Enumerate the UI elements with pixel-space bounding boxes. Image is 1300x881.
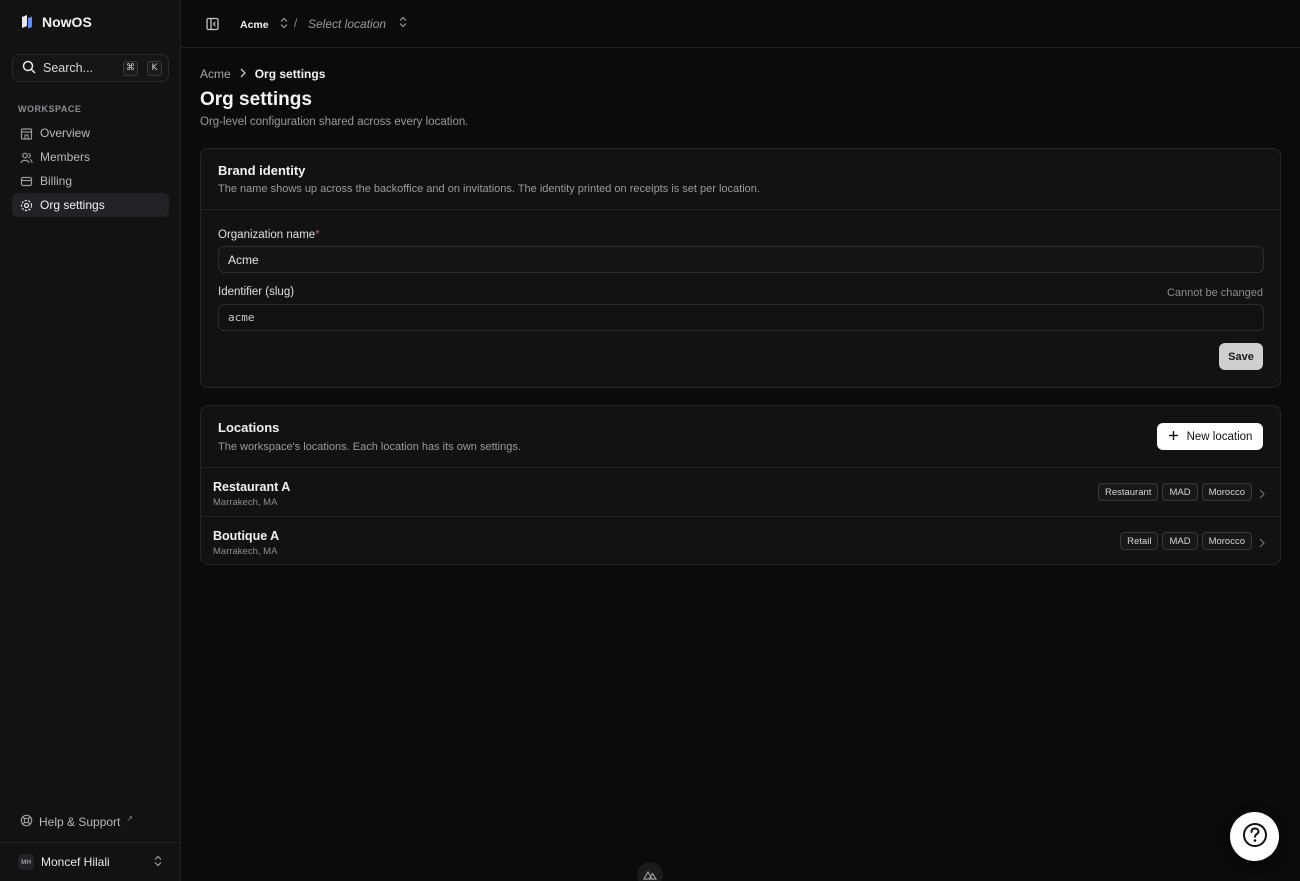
org-name: Acme	[240, 18, 269, 31]
org-name-label: Organization name*	[218, 229, 320, 241]
chevron-right-icon	[1258, 536, 1266, 548]
sidebar-item-overview[interactable]: Overview	[12, 121, 169, 145]
sidebar-nav: Overview Members Billing Org settings	[12, 121, 169, 217]
page-subtitle: Org-level configuration shared across ev…	[200, 116, 469, 128]
external-link-icon: ↗	[126, 813, 134, 823]
help-support-link[interactable]: Help & Support ↗	[20, 814, 133, 830]
help-support-label: Help & Support	[39, 815, 121, 829]
sidebar-item-members[interactable]: Members	[12, 145, 169, 169]
currency-badge: MAD	[1162, 483, 1198, 501]
brand-identity-card: Brand identity The name shows up across …	[200, 148, 1281, 388]
org-name-input[interactable]: Acme	[218, 246, 1264, 273]
lifebuoy-icon	[20, 814, 33, 830]
sidebar-item-label: Billing	[40, 174, 73, 188]
location-switcher[interactable]: Select location	[308, 16, 408, 31]
search-label: Search...	[43, 61, 94, 75]
location-badges: Restaurant MAD Morocco	[1097, 483, 1252, 501]
location-name: Restaurant A	[213, 480, 291, 494]
chevrons-up-down-icon	[279, 17, 289, 32]
location-row[interactable]: Restaurant A Marrakech, MA Restaurant MA…	[201, 468, 1280, 517]
slug-hint: Cannot be changed	[1166, 287, 1263, 299]
avatar: MH	[18, 854, 34, 870]
breadcrumb-current: Org settings	[254, 67, 326, 81]
section-label-workspace: WORKSPACE	[18, 104, 82, 114]
slug-input: acme	[218, 304, 1264, 331]
brand-name: NowOS	[42, 14, 92, 30]
gear-icon	[20, 199, 33, 212]
breadcrumb-separator: /	[294, 16, 298, 30]
chevrons-up-down-icon	[153, 855, 163, 870]
country-badge: Morocco	[1201, 483, 1252, 501]
new-location-button[interactable]: New location	[1157, 423, 1263, 450]
required-mark: *	[315, 229, 320, 241]
wallet-icon	[20, 175, 33, 188]
country-badge: Morocco	[1201, 532, 1252, 550]
card-divider	[201, 209, 1280, 210]
sidebar-item-org-settings[interactable]: Org settings	[12, 193, 169, 217]
user-menu[interactable]: MH Moncef Hilali	[12, 850, 169, 874]
help-fab-button[interactable]	[1230, 812, 1279, 861]
currency-badge: MAD	[1162, 532, 1198, 550]
save-button[interactable]: Save	[1219, 343, 1263, 370]
location-city: Marrakech, MA	[213, 497, 278, 508]
building-icon	[20, 127, 33, 140]
question-mark-icon	[1242, 822, 1268, 851]
card-title: Locations	[218, 420, 280, 435]
new-location-label: New location	[1186, 430, 1253, 443]
type-badge: Retail	[1120, 532, 1159, 550]
nowos-logo-icon	[20, 14, 34, 30]
sidebar-toggle-icon[interactable]	[205, 16, 221, 32]
chevrons-up-down-icon	[398, 16, 408, 31]
sidebar-item-label: Overview	[40, 126, 91, 140]
dev-tools-icon[interactable]	[637, 862, 663, 881]
location-badges: Retail MAD Morocco	[1120, 532, 1252, 550]
location-placeholder: Select location	[308, 16, 387, 31]
org-switcher[interactable]: Acme	[240, 17, 289, 32]
locations-card: Locations The workspace's locations. Eac…	[200, 405, 1281, 565]
breadcrumb: Acme Org settings	[200, 67, 325, 81]
sidebar-item-label: Org settings	[40, 198, 105, 212]
org-name-label-text: Organization name	[218, 229, 316, 241]
sidebar-divider	[0, 842, 181, 843]
card-description: The name shows up across the backoffice …	[218, 183, 760, 195]
users-icon	[20, 151, 33, 164]
shortcut-key-cmd: ⌘	[123, 60, 138, 76]
brand[interactable]: NowOS	[20, 14, 92, 30]
chevron-right-icon	[239, 67, 247, 81]
type-badge: Restaurant	[1097, 483, 1159, 501]
search-icon	[22, 60, 36, 77]
location-name: Boutique A	[213, 529, 280, 543]
search-button[interactable]: Search... ⌘ K	[12, 54, 169, 82]
sidebar-item-billing[interactable]: Billing	[12, 169, 169, 193]
shortcut-key-k: K	[147, 60, 162, 76]
card-title: Brand identity	[218, 163, 306, 178]
location-city: Marrakech, MA	[213, 546, 278, 557]
card-description: The workspace's locations. Each location…	[218, 441, 521, 453]
location-row[interactable]: Boutique A Marrakech, MA Retail MAD Moro…	[201, 517, 1280, 566]
user-name: Moncef Hilali	[41, 855, 110, 869]
sidebar: NowOS Search... ⌘ K WORKSPACE Overview M…	[0, 0, 181, 881]
plus-icon	[1168, 430, 1179, 444]
sidebar-item-label: Members	[40, 150, 91, 164]
chevron-right-icon	[1258, 487, 1266, 499]
breadcrumb-parent-link[interactable]: Acme	[200, 67, 231, 81]
page-title: Org settings	[200, 89, 312, 110]
slug-label: Identifier (slug)	[218, 286, 295, 298]
topbar: Acme / Select location	[181, 0, 1300, 48]
